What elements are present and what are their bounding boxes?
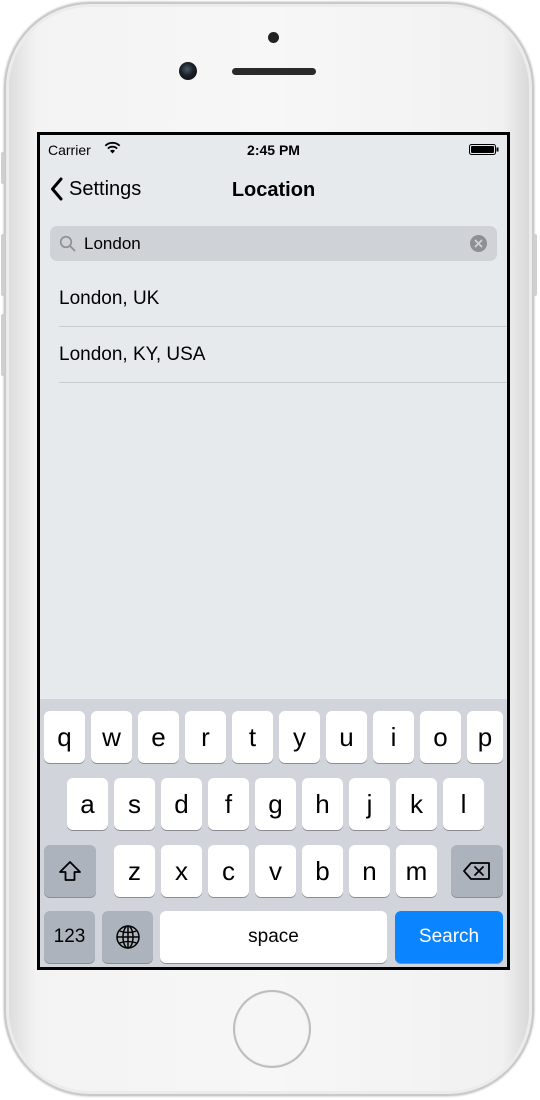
key-q[interactable]: q bbox=[44, 711, 85, 763]
search-input[interactable] bbox=[84, 226, 464, 261]
volume-down-button bbox=[1, 314, 5, 376]
page-title: Location bbox=[231, 179, 316, 201]
key-y[interactable]: y bbox=[279, 711, 320, 763]
key-v[interactable]: v bbox=[255, 845, 296, 897]
key-r[interactable]: r bbox=[185, 711, 226, 763]
globe-key[interactable] bbox=[102, 911, 153, 963]
power-button bbox=[533, 234, 537, 296]
earpiece-speaker bbox=[232, 68, 316, 75]
mute-switch bbox=[1, 152, 5, 184]
phone-frame: Carrier 2:45 PM Settings Location London… bbox=[1, 2, 537, 1096]
home-button[interactable] bbox=[233, 990, 311, 1068]
shift-icon bbox=[59, 861, 81, 881]
volume-up-button bbox=[1, 234, 5, 296]
backspace-icon bbox=[463, 862, 490, 880]
screen: Carrier 2:45 PM Settings Location London… bbox=[37, 132, 510, 970]
search-bar[interactable] bbox=[50, 226, 497, 261]
clear-icon[interactable] bbox=[470, 235, 487, 252]
key-p[interactable]: p bbox=[467, 711, 503, 763]
search-key[interactable]: Search bbox=[395, 911, 503, 963]
list-item[interactable]: London, UK bbox=[59, 271, 507, 327]
front-camera bbox=[179, 62, 197, 80]
key-g[interactable]: g bbox=[255, 778, 296, 830]
key-f[interactable]: f bbox=[208, 778, 249, 830]
key-m[interactable]: m bbox=[396, 845, 437, 897]
status-bar: Carrier 2:45 PM bbox=[40, 135, 507, 163]
key-a[interactable]: a bbox=[67, 778, 108, 830]
key-c[interactable]: c bbox=[208, 845, 249, 897]
search-icon bbox=[59, 235, 76, 252]
keyboard: q w e r t y u i o p a s d f g h j k l z … bbox=[40, 699, 507, 967]
delete-key[interactable] bbox=[451, 845, 503, 897]
numbers-key[interactable]: 123 bbox=[44, 911, 95, 963]
key-k[interactable]: k bbox=[396, 778, 437, 830]
key-i[interactable]: i bbox=[373, 711, 414, 763]
key-e[interactable]: e bbox=[138, 711, 179, 763]
key-l[interactable]: l bbox=[443, 778, 484, 830]
shift-key[interactable] bbox=[44, 845, 96, 897]
screen-content: Carrier 2:45 PM Settings Location London… bbox=[40, 135, 507, 967]
list-item[interactable]: London, KY, USA bbox=[59, 327, 507, 383]
space-key[interactable]: space bbox=[160, 911, 387, 963]
key-t[interactable]: t bbox=[232, 711, 273, 763]
key-b[interactable]: b bbox=[302, 845, 343, 897]
key-o[interactable]: o bbox=[420, 711, 461, 763]
result-label: London, KY, USA bbox=[59, 343, 206, 365]
battery-icon bbox=[469, 144, 499, 155]
key-w[interactable]: w bbox=[91, 711, 132, 763]
results-list: London, UK London, KY, USA bbox=[40, 271, 507, 383]
key-s[interactable]: s bbox=[114, 778, 155, 830]
key-n[interactable]: n bbox=[349, 845, 390, 897]
key-z[interactable]: z bbox=[114, 845, 155, 897]
proximity-sensor bbox=[268, 32, 279, 43]
key-d[interactable]: d bbox=[161, 778, 202, 830]
result-label: London, UK bbox=[59, 287, 160, 309]
key-j[interactable]: j bbox=[349, 778, 390, 830]
status-time: 2:45 PM bbox=[247, 142, 300, 158]
key-x[interactable]: x bbox=[161, 845, 202, 897]
globe-icon bbox=[115, 925, 140, 949]
navigation-bar: Settings Location bbox=[40, 163, 507, 215]
key-u[interactable]: u bbox=[326, 711, 367, 763]
key-h[interactable]: h bbox=[302, 778, 343, 830]
